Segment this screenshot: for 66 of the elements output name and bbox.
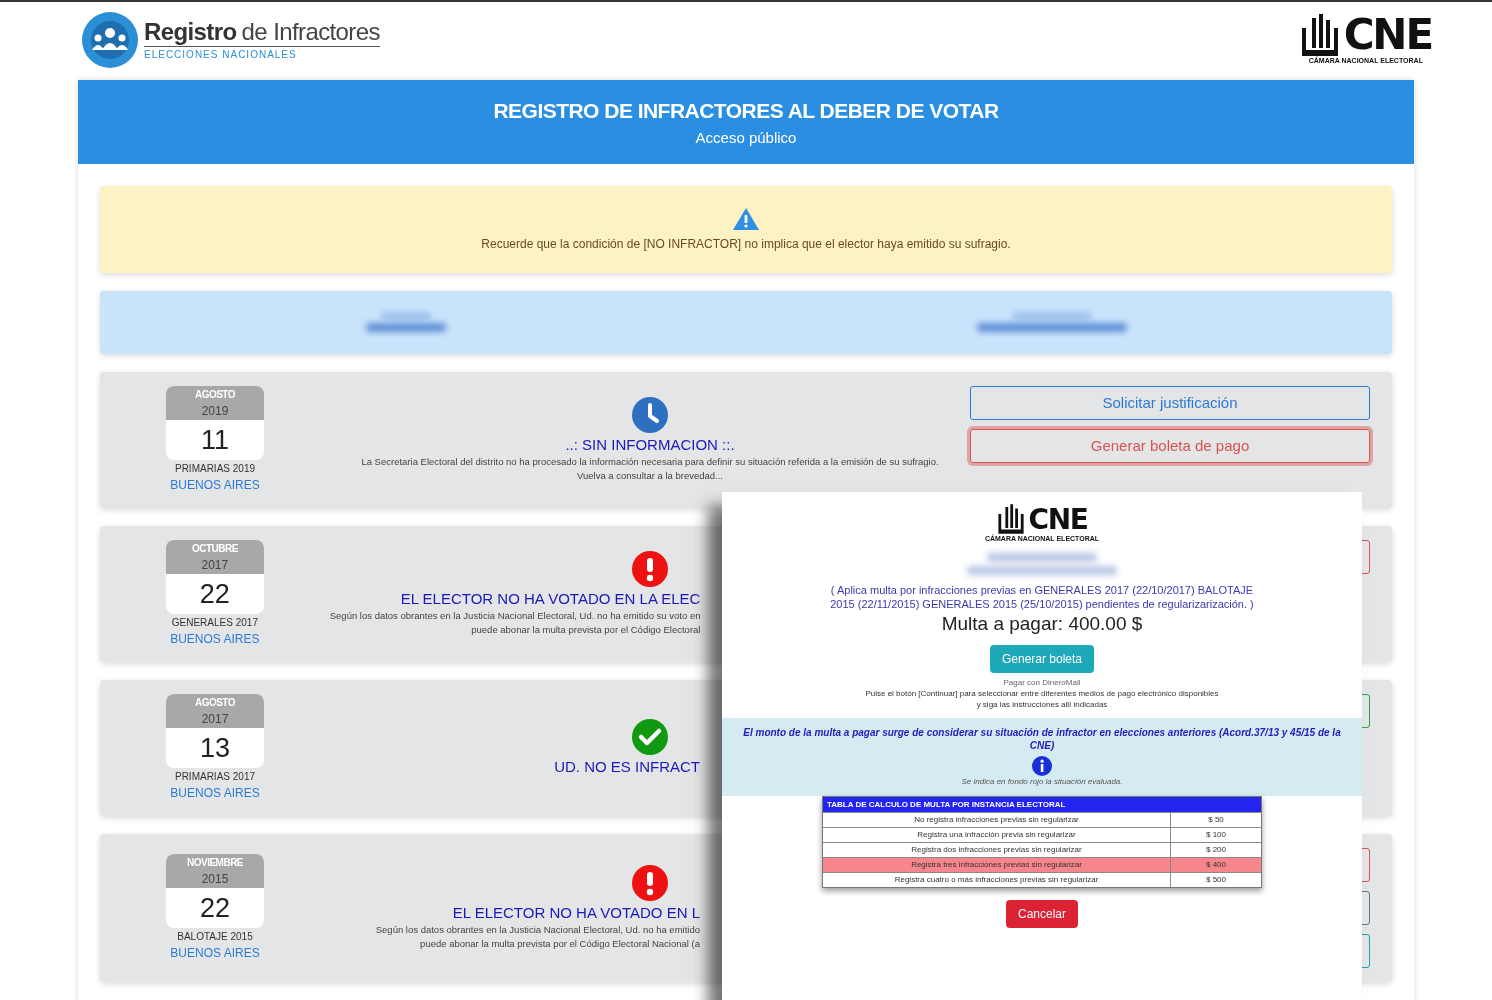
- calendar-year: 2019: [201, 403, 229, 420]
- election-name: BALOTAJE 2015: [177, 930, 253, 944]
- dialog-logo-title: CNE: [1028, 506, 1088, 534]
- district-link[interactable]: BUENOS AIRES: [170, 944, 260, 962]
- calendar-year: 2015: [201, 871, 229, 888]
- payment-instructions: Pulse el botón [Continuar] para seleccionar entre diferentes medios de pago electrónico disponibles: [865, 687, 1219, 699]
- status-description: Según los datos obrantes en la Justicia Nacional Electoral, Ud. no ha emitido su voto en: [329, 609, 701, 623]
- calendar-month: NOVIEMBRE: [186, 856, 244, 870]
- broken-image-alt: Pagar con DineroMail: [1003, 676, 1081, 688]
- banner-title: REGISTRO DE INFRACTORES AL DEBER DE VOTAR: [493, 98, 999, 124]
- hint-text: Se indica en fondo rojo la situación evaluada.: [961, 775, 1123, 788]
- calendar-day: 11: [201, 420, 229, 460]
- table-cell-text: $ 50: [1207, 813, 1225, 826]
- status-description: puede abonar la multa prevista por el Código Electoral Nacional (a: [420, 937, 700, 951]
- warning-text: Recuerde que la condición de [NO INFRACTOR] no implica que el elector haya emitido su sufragio.: [481, 235, 1011, 253]
- cancel-button[interactable]: Cancelar: [1006, 899, 1078, 928]
- table-cell-text: $ 200: [1205, 843, 1227, 856]
- table-cell: Registra dos infracciones previas sin regularizar: [823, 842, 1171, 857]
- status-title: UD. NO ES INFRACT: [554, 757, 700, 777]
- banner-subtitle: Acceso público: [695, 127, 797, 148]
- building-bars-icon: [996, 504, 1025, 534]
- calendar-day: 22: [199, 888, 230, 928]
- table-cell-text: $ 100: [1205, 828, 1227, 841]
- table-cell: No registra infracciones previas sin regularizar: [823, 812, 1171, 827]
- status-title: ..: SIN INFORMACION ::.: [565, 435, 735, 455]
- status-description: Según los datos obrantes en la Justicia Nacional Electoral, Ud. no ha emitido: [375, 923, 700, 937]
- table-cell: Registra cuatro o más infracciones previas sin regularizar: [823, 872, 1171, 887]
- warning-icon: [732, 206, 760, 231]
- election-name: PRIMARIAS 2019: [174, 462, 255, 476]
- table-cell-text: $ 400: [1205, 858, 1227, 871]
- calendar-day: 22: [199, 574, 230, 614]
- calendar-month: AGOSTO: [194, 696, 236, 710]
- election-name: PRIMARIAS 2017: [174, 770, 255, 784]
- status-description: puede abonar la multa prevista por el Código Electoral: [471, 623, 701, 637]
- status-title: EL ELECTOR NO HA VOTADO EN LA ELEC: [400, 589, 701, 609]
- generate-button[interactable]: Generar boleta: [989, 644, 1095, 673]
- table-cell-text: $ 500: [1205, 873, 1227, 886]
- brand-subtitle: ELECCIONES NACIONALES: [144, 47, 298, 62]
- action-button[interactable]: Solicitar justificación: [970, 386, 1370, 420]
- calendar-year: 2017: [201, 557, 229, 574]
- fine-explanation: El monto de la multa a pagar surge de considerar su situación de infractor en elecciones anteriores (Acord.37/13 y 45/15 de la CNE): [742, 725, 1342, 752]
- fine-note: ( Aplica multa por infracciones previas en GENERALES 2017 (22/10/2017) BALOTAJE 2015 (22/11/2015) GENERALES 2015 (25/10/2015) pendientes de regularizarización. ): [829, 582, 1255, 611]
- status-title: EL ELECTOR NO HA VOTADO EN L: [452, 903, 700, 923]
- brand-name: de Infractores: [241, 17, 380, 46]
- calendar-year: 2017: [201, 711, 229, 728]
- info-icon: [1032, 755, 1052, 776]
- status-description: La Secretaria Electoral del distrito no ha procesado la información necesaria para definir su situación referida a la emisión de su sufragio.: [361, 455, 939, 469]
- status-description: Vuelva a consultar a la brevedad...: [577, 469, 723, 483]
- calendar-month: OCTUBRE: [191, 542, 238, 556]
- election-name: GENERALES 2017: [171, 616, 258, 630]
- table-cell: Registra una infracción previa sin regularizar: [823, 827, 1171, 842]
- calendar-month: AGOSTO: [194, 388, 236, 402]
- table-cell: Registra tres infracciones previas sin regularizar: [823, 857, 1171, 872]
- action-button[interactable]: Generar boleta de pago: [970, 429, 1370, 463]
- district-link[interactable]: BUENOS AIRES: [170, 630, 260, 648]
- district-link[interactable]: BUENOS AIRES: [170, 784, 260, 802]
- district-link[interactable]: BUENOS AIRES: [170, 476, 260, 494]
- header-logo-title: CNE: [1343, 13, 1432, 56]
- table-title: TABLA DE CALCULO DE MULTA POR INSTANCIA ELECTORAL: [823, 796, 1261, 812]
- calendar-day: 13: [199, 728, 230, 768]
- people-logo-icon: [82, 12, 138, 68]
- building-bars-icon: [1299, 13, 1340, 56]
- payment-instructions: y siga las instrucciones allí indicadas: [976, 698, 1108, 710]
- fine-amount: Multa a pagar: 400.00 $: [941, 611, 1143, 636]
- redacted-text: [380, 313, 431, 319]
- brand-name-bold: Registro: [144, 17, 237, 46]
